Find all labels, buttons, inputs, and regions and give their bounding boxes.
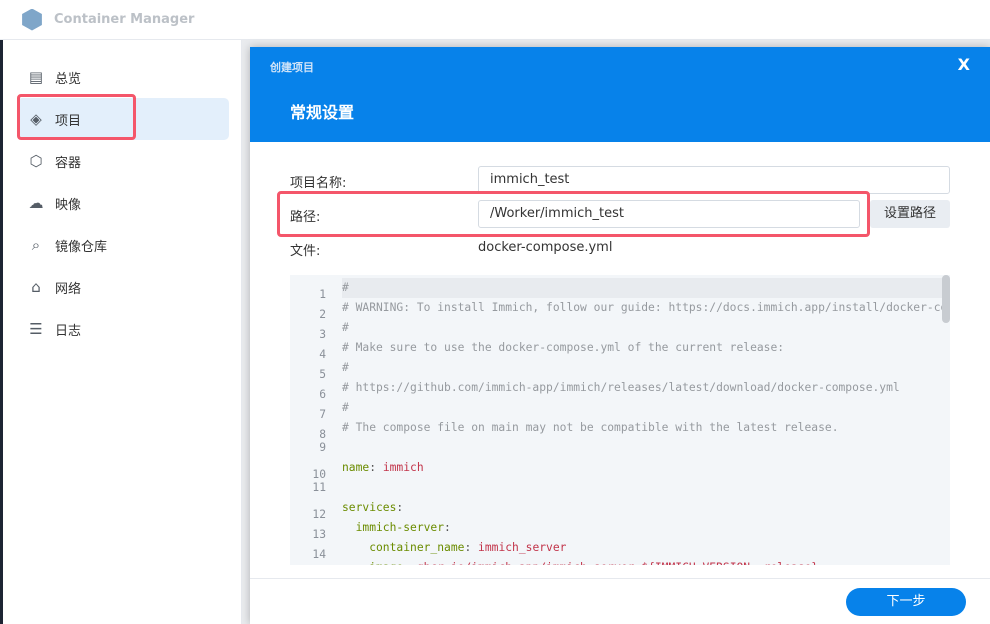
code-token: ghcr.io/immich-app/immich-server:${IMMIC… xyxy=(417,561,818,565)
code-line: 7# xyxy=(290,398,950,421)
code-token: # The compose file on main may not be co… xyxy=(342,421,839,434)
highlight-box-project xyxy=(17,94,136,140)
code-line: 9 xyxy=(290,438,950,458)
sidebar-item-5[interactable]: ⌂ 网络 xyxy=(17,266,229,308)
line-number: 3 xyxy=(319,328,326,341)
code-token: # WARNING: To install Immich, follow our… xyxy=(342,301,950,314)
cube-icon: ⬡ xyxy=(29,152,43,170)
line-number: 14 xyxy=(312,548,326,561)
highlight-box-path xyxy=(277,191,870,237)
code-token: # xyxy=(342,281,349,294)
code-token: immich xyxy=(382,461,424,474)
app-logo-icon xyxy=(22,8,42,31)
registry-search-icon: ⌕ xyxy=(31,236,41,254)
line-number: 8 xyxy=(319,428,326,441)
code-line: 14 container_name: immich_server xyxy=(290,538,950,561)
sidebar-item-label: 总览 xyxy=(55,71,82,87)
next-button[interactable]: 下一步 xyxy=(846,588,966,616)
close-icon[interactable]: X xyxy=(958,55,970,74)
code-line: 6 # https://github.com/immich-app/immich/… xyxy=(290,378,950,401)
code-token: : xyxy=(444,521,451,534)
create-project-dialog: 创建项目 X 常规设置 项目名称: immich_test 路径: /Worke… xyxy=(250,47,990,624)
project-name-label: 项目名称: xyxy=(290,176,347,191)
editor-scrollbar[interactable] xyxy=(942,275,950,323)
code-text: services: xyxy=(342,498,950,518)
dialog-title: 创建项目 xyxy=(270,61,314,74)
code-line: 4 # Make sure to use the docker-compose.y… xyxy=(290,338,950,361)
code-token: : xyxy=(464,541,479,554)
code-token: # xyxy=(342,321,349,334)
code-text: # WARNING: To install Immich, follow our… xyxy=(342,298,950,318)
code-text: # xyxy=(342,318,950,338)
code-text: # xyxy=(342,278,950,298)
code-token: name xyxy=(342,461,370,474)
footer-divider xyxy=(250,578,990,579)
line-number: 5 xyxy=(319,368,326,381)
line-number: 6 xyxy=(319,388,326,401)
code-text: container_name: immich_server xyxy=(342,538,950,558)
code-text: image: ghcr.io/immich-app/immich-server:… xyxy=(342,558,950,565)
code-text: # The compose file on main may not be co… xyxy=(342,418,950,438)
list-icon: ☰ xyxy=(29,320,43,338)
line-number: 2 xyxy=(319,308,326,321)
overview-icon: ▤ xyxy=(28,68,44,86)
sidebar-item-2[interactable]: ⬡ 容器 xyxy=(17,140,229,182)
sidebar-item-0[interactable]: ▤ 总览 xyxy=(17,56,229,98)
code-token: immich-server xyxy=(342,521,445,534)
code-text: # Make sure to use the docker-compose.ym… xyxy=(342,338,950,358)
code-token: : xyxy=(369,461,383,474)
line-number: 10 xyxy=(312,468,326,481)
code-text: # https://github.com/immich-app/immich/r… xyxy=(342,378,950,398)
sidebar-item-4[interactable]: ⌕ 镜像仓库 xyxy=(17,224,229,266)
sidebar-item-label: 镜像仓库 xyxy=(55,239,108,255)
code-text: # xyxy=(342,358,950,378)
code-line: 15 image: ghcr.io/immich-app/immich-serv… xyxy=(290,558,950,565)
sidebar-item-label: 映像 xyxy=(55,197,82,213)
code-line: 10 name: immich xyxy=(290,458,950,481)
app-title: Container Manager xyxy=(54,12,195,27)
sidebar-item-6[interactable]: ☰ 日志 xyxy=(17,308,229,350)
code-text: immich-server: xyxy=(342,518,950,538)
code-line: 13 immich-server: xyxy=(290,518,950,541)
file-label: 文件: xyxy=(290,244,321,259)
line-number: 13 xyxy=(312,528,326,541)
code-token: container_name xyxy=(342,541,465,554)
code-token: services xyxy=(342,501,397,514)
code-token: # https://github.com/immich-app/immich/r… xyxy=(342,381,900,394)
network-icon: ⌂ xyxy=(31,278,41,296)
code-token: image xyxy=(342,561,403,565)
code-token: # Make sure to use the docker-compose.ym… xyxy=(342,341,785,354)
set-path-button[interactable]: 设置路径 xyxy=(870,200,950,228)
code-line: 1# xyxy=(290,278,950,301)
line-number: 7 xyxy=(319,408,326,421)
code-token: : xyxy=(396,501,404,514)
line-number: 12 xyxy=(312,508,326,521)
cloud-icon: ☁ xyxy=(28,194,44,212)
project-name-input[interactable]: immich_test xyxy=(478,166,950,194)
code-line: 2 # WARNING: To install Immich, follow ou… xyxy=(290,298,950,321)
code-line: 11 xyxy=(290,478,950,498)
code-token: # xyxy=(342,361,349,374)
dialog-subtitle: 常规设置 xyxy=(290,103,355,122)
sidebar-item-label: 网络 xyxy=(55,281,82,297)
code-line: 12 services: xyxy=(290,498,950,521)
code-token: # xyxy=(342,401,349,414)
code-text: name: immich xyxy=(342,458,950,478)
line-number: 1 xyxy=(319,288,326,301)
dialog-header: 创建项目 X 常规设置 xyxy=(250,47,990,142)
compose-editor[interactable]: 1 5 image: ghcr.io/immich-app/immich-serv… xyxy=(290,275,950,565)
app-titlebar: Container Manager xyxy=(0,0,990,40)
sidebar-item-label: 容器 xyxy=(55,155,82,171)
code-token: : xyxy=(403,561,417,565)
code-line: 5# xyxy=(290,358,950,381)
file-name: docker-compose.yml xyxy=(478,240,613,255)
code-text: # xyxy=(342,398,950,418)
sidebar-item-label: 日志 xyxy=(55,323,82,339)
code-line: 8 # The compose file on main may not be c… xyxy=(290,418,950,441)
sidebar-item-3[interactable]: ☁ 映像 xyxy=(17,182,229,224)
line-number: 4 xyxy=(319,348,326,361)
code-token: immich_server xyxy=(478,541,567,554)
code-line: 3# xyxy=(290,318,950,341)
